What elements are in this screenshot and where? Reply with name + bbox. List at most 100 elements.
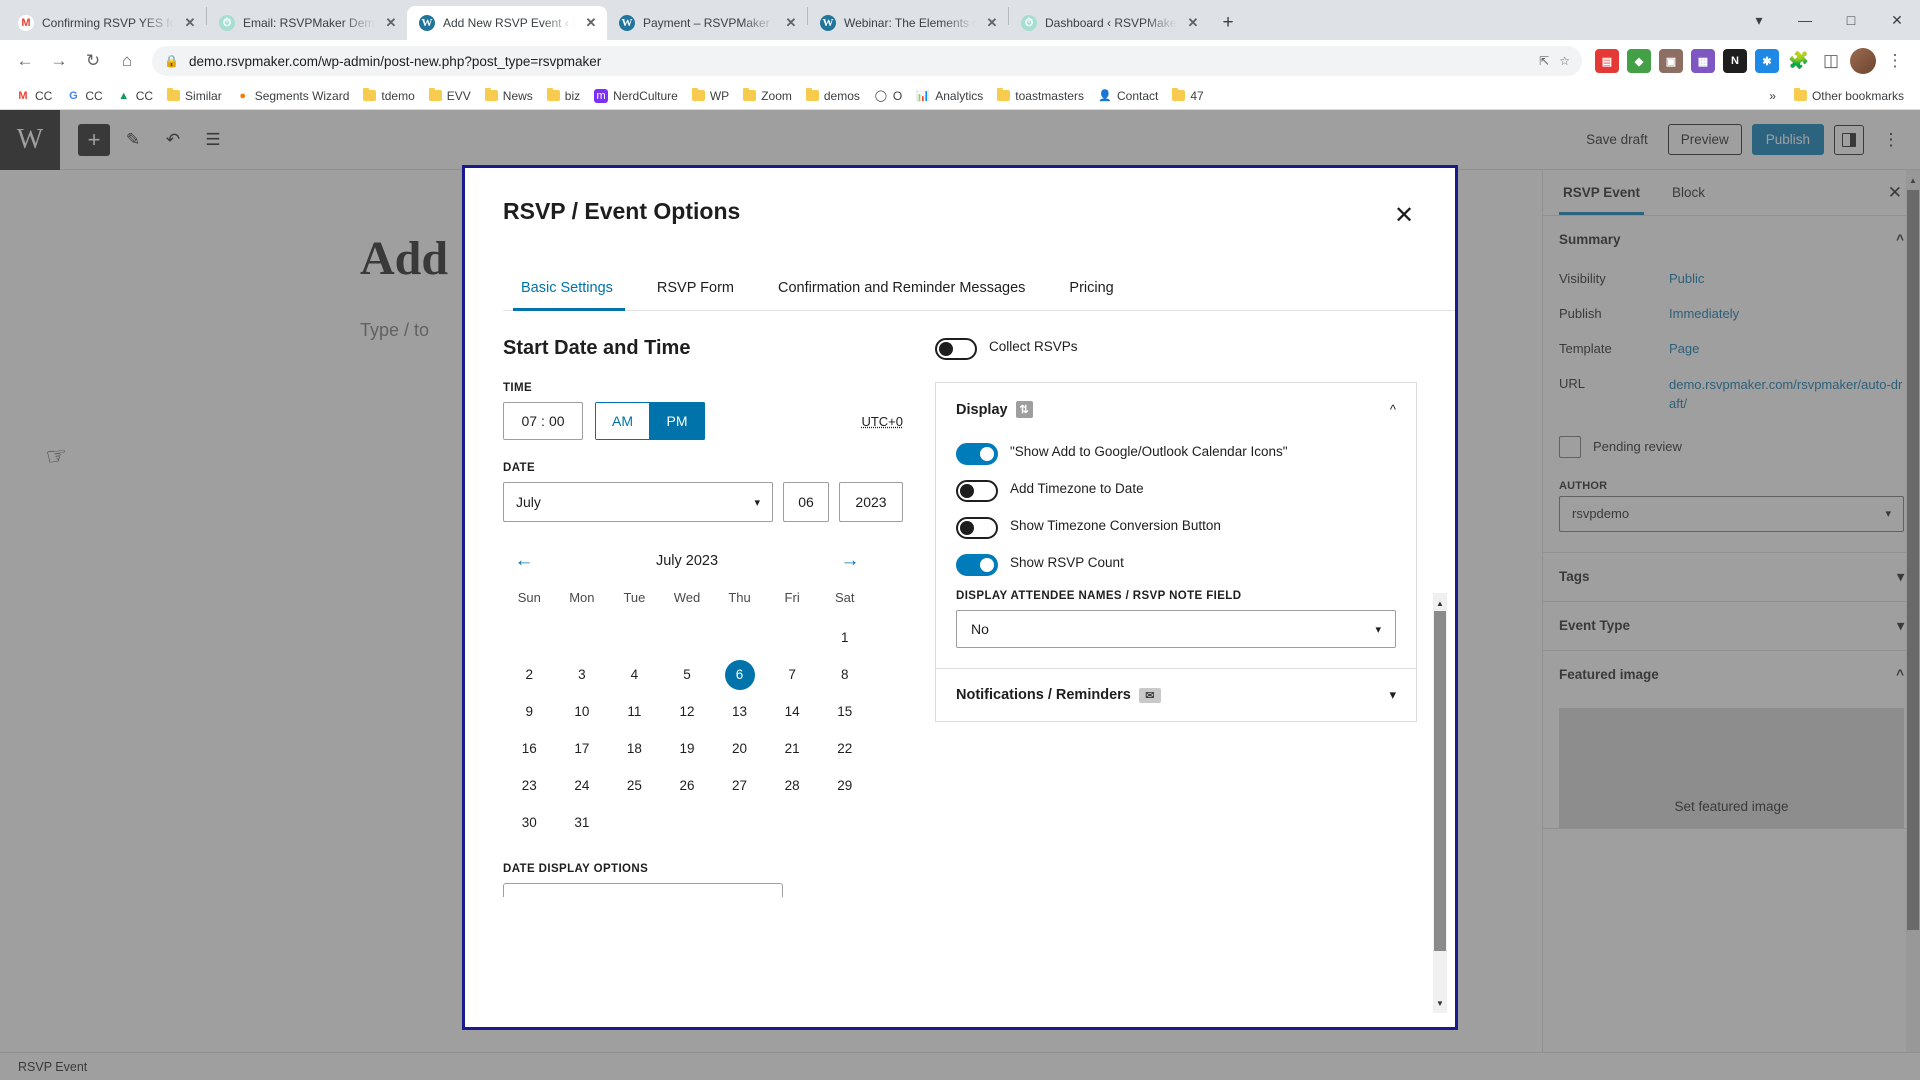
calendar-day[interactable]: 26 xyxy=(661,767,714,804)
show-calendar-icons-toggle[interactable] xyxy=(956,443,998,465)
maximize-button[interactable]: □ xyxy=(1828,0,1874,40)
timezone-conversion-row[interactable]: Show Timezone Conversion Button xyxy=(956,516,1396,539)
minute-value[interactable]: 00 xyxy=(549,413,565,429)
calendar-day[interactable]: 15 xyxy=(818,693,871,730)
sidepanel-icon[interactable]: ◫ xyxy=(1816,46,1846,76)
calendar-day[interactable]: 29 xyxy=(818,767,871,804)
timezone-conversion-toggle[interactable] xyxy=(956,517,998,539)
calendar-day[interactable]: 25 xyxy=(608,767,661,804)
browser-tab-active[interactable]: W Add New RSVP Event ‹ RSVP ✕ xyxy=(407,6,607,40)
extension-icon-blue[interactable]: ✱ xyxy=(1752,46,1782,76)
bookmark-item[interactable]: tdemo xyxy=(357,86,420,106)
bookmark-item[interactable]: ◯ O xyxy=(868,86,908,106)
show-rsvp-count-row[interactable]: Show RSVP Count xyxy=(956,553,1396,576)
bookmark-item[interactable]: biz xyxy=(541,86,586,106)
scroll-down-arrow-icon[interactable]: ▼ xyxy=(1433,995,1447,1011)
bookmark-item[interactable]: M CC xyxy=(10,86,58,106)
bookmark-item[interactable]: ● Segments Wizard xyxy=(230,86,356,106)
arrow-right-icon[interactable]: → xyxy=(835,550,865,572)
share-icon[interactable]: ⇱ xyxy=(1539,54,1549,68)
bookmark-item[interactable]: Zoom xyxy=(737,86,798,106)
browser-menu-icon[interactable]: ⋮ xyxy=(1880,46,1910,76)
calendar-day[interactable]: 3 xyxy=(556,656,609,693)
scroll-up-arrow-icon[interactable]: ▲ xyxy=(1433,595,1447,611)
calendar-day[interactable]: 27 xyxy=(713,767,766,804)
collect-rsvps-row[interactable]: Collect RSVPs xyxy=(935,337,1417,360)
browser-tab[interactable]: ⏱ Email: RSVPMaker Demo wi ✕ xyxy=(207,6,407,40)
calendar-day[interactable]: 31 xyxy=(556,804,609,841)
minimize-button[interactable]: — xyxy=(1782,0,1828,40)
show-calendar-icons-row[interactable]: "Show Add to Google/Outlook Calendar Ico… xyxy=(956,442,1396,465)
close-icon[interactable]: ✕ xyxy=(783,15,799,31)
calendar-day[interactable]: 13 xyxy=(713,693,766,730)
calendar-day[interactable]: 5 xyxy=(661,656,714,693)
calendar-day[interactable]: 18 xyxy=(608,730,661,767)
modal-scrollbar[interactable]: ▲ ▼ xyxy=(1433,593,1447,1013)
calendar-day[interactable]: 10 xyxy=(556,693,609,730)
calendar-day[interactable]: 28 xyxy=(766,767,819,804)
calendar-day[interactable]: 16 xyxy=(503,730,556,767)
add-timezone-toggle[interactable] xyxy=(956,480,998,502)
attendee-names-select[interactable]: No ▾ xyxy=(956,610,1396,648)
bookmark-item[interactable]: EVV xyxy=(423,86,477,106)
browser-tab[interactable]: W Payment – RSVPMaker Dem ✕ xyxy=(607,6,807,40)
calendar-day[interactable]: 4 xyxy=(608,656,661,693)
add-timezone-row[interactable]: Add Timezone to Date xyxy=(956,479,1396,502)
bookmarks-overflow-icon[interactable]: » xyxy=(1769,89,1776,103)
show-rsvp-count-toggle[interactable] xyxy=(956,554,998,576)
display-panel-header[interactable]: Display ⇅ ^ xyxy=(936,383,1416,436)
calendar-day[interactable]: 9 xyxy=(503,693,556,730)
scrollbar-thumb[interactable] xyxy=(1434,611,1446,951)
tab-basic-settings[interactable]: Basic Settings xyxy=(503,270,635,311)
month-select[interactable]: July ▾ xyxy=(503,482,773,522)
reload-icon[interactable]: ↻ xyxy=(78,46,108,76)
calendar-day[interactable]: 30 xyxy=(503,804,556,841)
calendar-day[interactable]: 24 xyxy=(556,767,609,804)
timezone-label[interactable]: UTC+0 xyxy=(861,414,903,429)
new-tab-button[interactable]: + xyxy=(1213,8,1243,38)
bookmark-item[interactable]: G CC xyxy=(60,86,108,106)
extension-icon-green[interactable]: ◆ xyxy=(1624,46,1654,76)
bookmark-item[interactable]: demos xyxy=(800,86,866,106)
bookmark-item[interactable]: m NerdCulture xyxy=(588,86,684,106)
calendar-day[interactable]: 22 xyxy=(818,730,871,767)
home-icon[interactable]: ⌂ xyxy=(112,46,142,76)
year-input[interactable]: 2023 xyxy=(839,482,903,522)
browser-tab[interactable]: ⏱ Dashboard ‹ RSVPMaker Ev ✕ xyxy=(1009,6,1209,40)
puzzle-icon[interactable]: 🧩 xyxy=(1784,46,1814,76)
collect-rsvps-toggle[interactable] xyxy=(935,338,977,360)
address-bar[interactable]: 🔒 demo.rsvpmaker.com/wp-admin/post-new.p… xyxy=(152,46,1582,76)
close-icon[interactable]: ✕ xyxy=(182,15,198,31)
time-input[interactable]: 07 : 00 xyxy=(503,402,583,440)
bookmark-item[interactable]: toastmasters xyxy=(991,86,1090,106)
hour-value[interactable]: 07 xyxy=(521,413,537,429)
bookmark-star-icon[interactable]: ☆ xyxy=(1559,54,1570,68)
arrow-left-icon[interactable]: ← xyxy=(509,550,539,572)
day-input[interactable]: 06 xyxy=(783,482,829,522)
forward-icon[interactable]: → xyxy=(44,46,74,76)
close-icon[interactable]: ✕ xyxy=(1387,198,1421,232)
back-icon[interactable]: ← xyxy=(10,46,40,76)
calendar-day[interactable]: 1 xyxy=(818,619,871,656)
bookmark-item[interactable]: WP xyxy=(686,86,735,106)
close-icon[interactable]: ✕ xyxy=(383,15,399,31)
bookmark-item[interactable]: 👤 Contact xyxy=(1092,86,1164,106)
calendar-day[interactable]: 23 xyxy=(503,767,556,804)
calendar-day[interactable]: 8 xyxy=(818,656,871,693)
bookmark-item[interactable]: 📊 Analytics xyxy=(910,86,989,106)
bookmark-item[interactable]: 47 xyxy=(1166,86,1209,106)
close-icon[interactable]: ✕ xyxy=(1185,15,1201,31)
close-icon[interactable]: ✕ xyxy=(984,15,1000,31)
avatar[interactable] xyxy=(1848,46,1878,76)
calendar-day[interactable]: 7 xyxy=(766,656,819,693)
calendar-day[interactable]: 20 xyxy=(713,730,766,767)
date-display-options-select[interactable] xyxy=(503,883,783,897)
extension-icon-purple[interactable]: ▦ xyxy=(1688,46,1718,76)
tab-search-icon[interactable]: ▾ xyxy=(1736,0,1782,40)
browser-tab[interactable]: W Webinar: The Elements of C ✕ xyxy=(808,6,1008,40)
tab-pricing[interactable]: Pricing xyxy=(1047,270,1135,310)
bookmark-item[interactable]: News xyxy=(479,86,539,106)
calendar-day[interactable]: 17 xyxy=(556,730,609,767)
pm-button[interactable]: PM xyxy=(650,402,705,440)
am-button[interactable]: AM xyxy=(595,402,650,440)
